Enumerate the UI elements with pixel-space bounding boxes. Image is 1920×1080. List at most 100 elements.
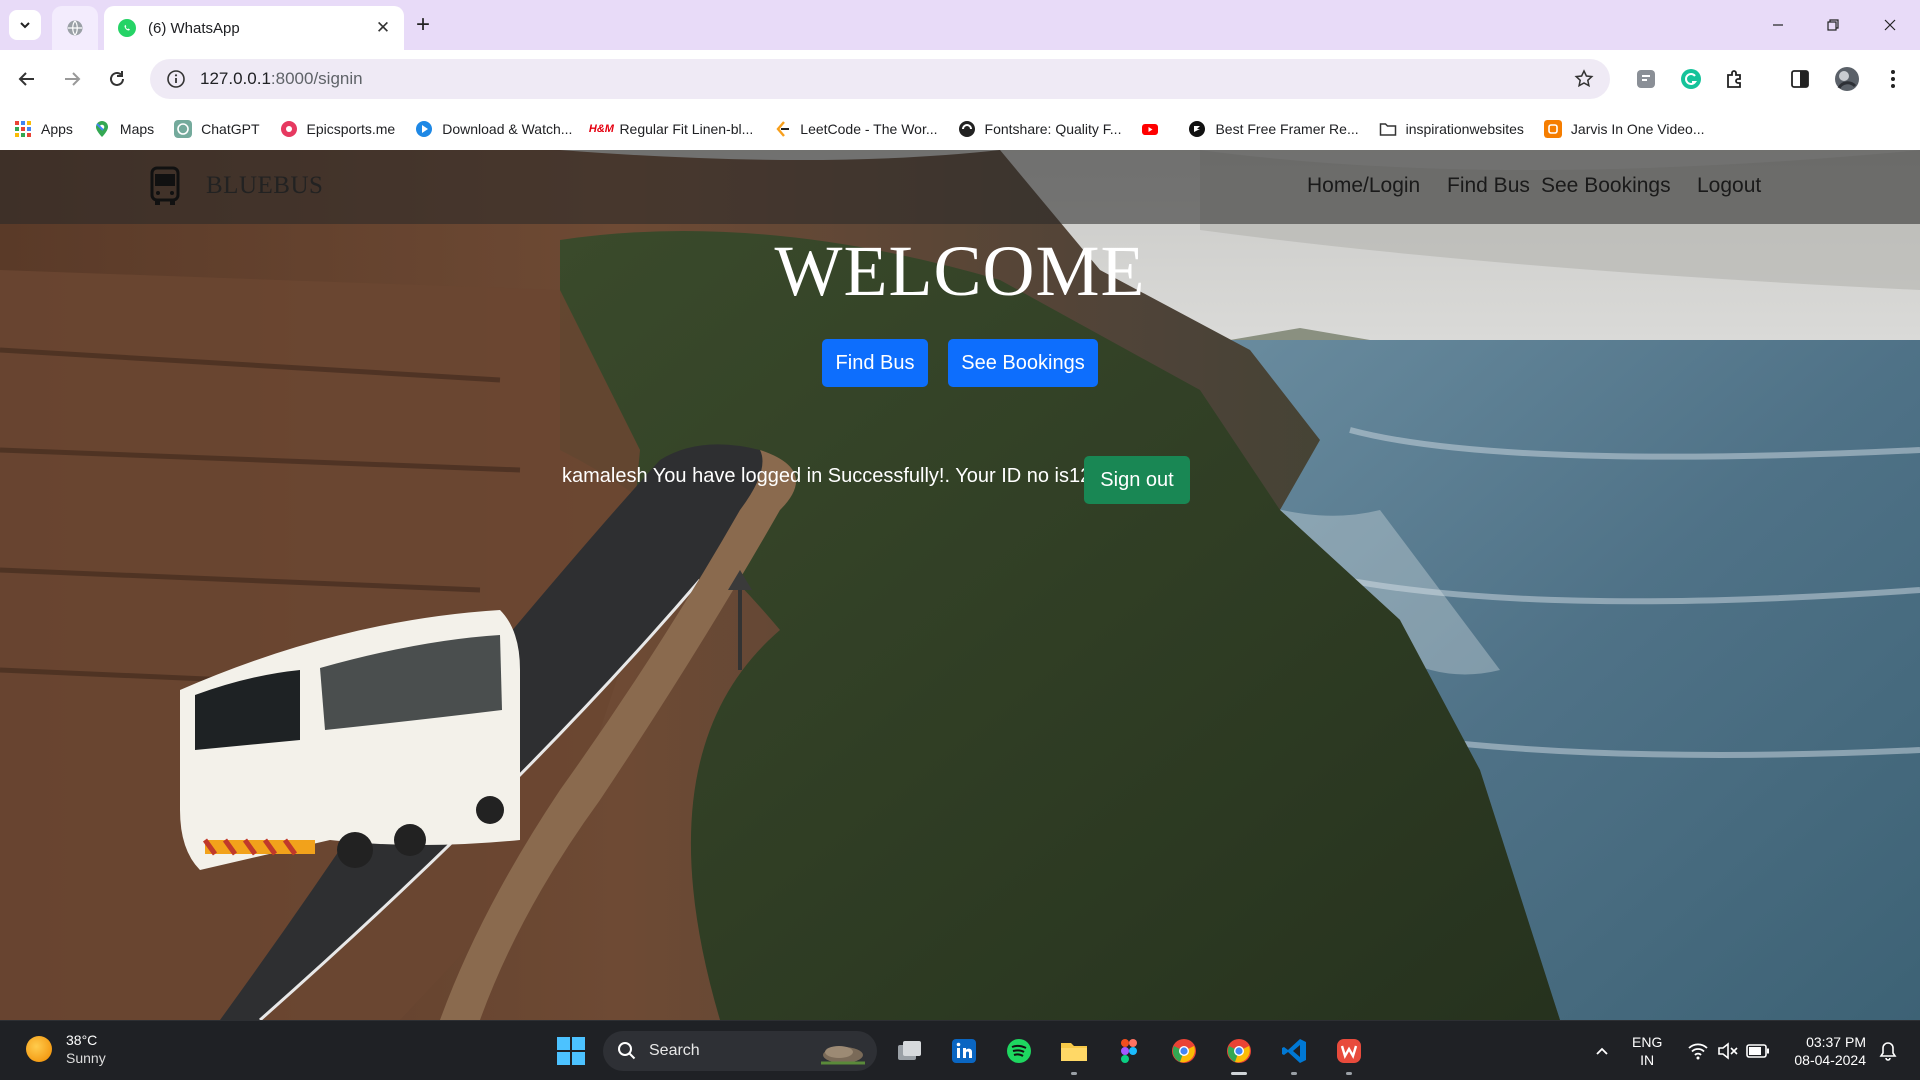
- weather-temp: 38°C: [66, 1032, 98, 1048]
- nav-home-login[interactable]: Home/Login: [1307, 174, 1420, 198]
- running-indicator: [1071, 1072, 1077, 1075]
- page-viewport: BLUEBUS Home/Login Find Bus See Bookings…: [0, 150, 1920, 1020]
- address-bar[interactable]: 127.0.0.1:8000/signin: [150, 59, 1610, 99]
- battery-status[interactable]: [1742, 1035, 1774, 1067]
- bookmark-framer[interactable]: Best Free Framer Re...: [1188, 120, 1359, 138]
- apps-grid-icon: [15, 121, 31, 137]
- weather-widget[interactable]: 38°C Sunny: [26, 1031, 106, 1067]
- brand[interactable]: BLUEBUS: [148, 166, 323, 206]
- figma-app[interactable]: [1113, 1035, 1145, 1067]
- bookmark-star-icon[interactable]: [1574, 69, 1594, 89]
- restore-button[interactable]: [1813, 10, 1853, 40]
- reload-button[interactable]: [102, 64, 132, 94]
- bookmark-label: Regular Fit Linen-bl...: [619, 121, 754, 137]
- chrome-app[interactable]: [1223, 1035, 1255, 1075]
- forward-button[interactable]: [57, 64, 87, 94]
- chrome-profile-app[interactable]: [1168, 1035, 1200, 1067]
- login-status-text: kamalesh You have logged in Successfully…: [562, 465, 1092, 487]
- bookmark-label: Jarvis In One Video...: [1570, 121, 1705, 137]
- volume-status[interactable]: [1712, 1035, 1744, 1067]
- language-line1: ENG: [1632, 1034, 1663, 1050]
- grammarly-button[interactable]: [1678, 66, 1704, 92]
- url-path: :8000/signin: [270, 69, 363, 88]
- windows-start-icon[interactable]: [556, 1036, 586, 1066]
- bookmark-jarvis[interactable]: Jarvis In One Video...: [1543, 120, 1705, 138]
- sign-out-button[interactable]: Sign out: [1084, 456, 1190, 504]
- system-clock[interactable]: 03:37 PM 08-04-2024: [1780, 1033, 1866, 1069]
- epicsports-icon: [280, 121, 297, 137]
- extension-button[interactable]: [1633, 66, 1659, 92]
- linkedin-app[interactable]: [948, 1035, 980, 1067]
- avatar: [1835, 67, 1859, 91]
- bookmark-youtube[interactable]: [1141, 120, 1168, 138]
- file-explorer-app[interactable]: [1058, 1035, 1090, 1075]
- chatgpt-icon: [174, 120, 193, 138]
- bookmark-leetcode[interactable]: LeetCode - The Wor...: [773, 120, 938, 138]
- nav-logout[interactable]: Logout: [1697, 174, 1761, 198]
- close-icon[interactable]: ✕: [372, 17, 394, 39]
- bookmark-maps[interactable]: Maps: [93, 120, 154, 138]
- network-status[interactable]: [1682, 1035, 1714, 1067]
- grammarly-icon: [1681, 69, 1701, 89]
- tab-search-button[interactable]: [9, 10, 41, 40]
- search-label: Search: [649, 1042, 700, 1059]
- bookmark-label: LeetCode - The Wor...: [800, 121, 938, 137]
- brand-name: BLUEBUS: [206, 172, 324, 199]
- menu-button[interactable]: [1880, 66, 1906, 92]
- info-icon[interactable]: [166, 69, 186, 89]
- forward-arrow-icon: [65, 72, 81, 86]
- bookmark-download-watch[interactable]: Download & Watch...: [415, 120, 572, 138]
- clock-date: 08-04-2024: [1794, 1052, 1866, 1068]
- notification-bell-icon: [1879, 1042, 1897, 1061]
- extensions-button[interactable]: [1722, 66, 1748, 92]
- spotify-app[interactable]: [1003, 1035, 1035, 1067]
- chevron-down-icon: [20, 22, 30, 29]
- task-view-icon: [898, 1041, 921, 1060]
- wps-office-app[interactable]: [1333, 1035, 1365, 1075]
- search-highlight-icon: [821, 1046, 865, 1065]
- chevron-up-icon: [1596, 1047, 1608, 1055]
- side-panel-button[interactable]: [1787, 66, 1813, 92]
- notifications-button[interactable]: [1872, 1035, 1904, 1067]
- bookmark-label: Fontshare: Quality F...: [984, 121, 1122, 137]
- language-indicator[interactable]: ENG IN: [1632, 1033, 1662, 1069]
- restore-icon: [1827, 19, 1839, 31]
- side-panel-icon: [1791, 70, 1809, 88]
- vscode-app[interactable]: [1278, 1035, 1310, 1075]
- bookmark-chatgpt[interactable]: ChatGPT: [174, 120, 260, 138]
- bookmark-fontshare[interactable]: Fontshare: Quality F...: [958, 120, 1122, 138]
- bookmark-label: Maps: [119, 121, 155, 137]
- profile-button[interactable]: [1834, 66, 1860, 92]
- clock-time: 03:37 PM: [1806, 1034, 1866, 1050]
- tab-strip: (6) WhatsApp ✕ +: [0, 0, 1920, 50]
- nav-find-bus[interactable]: Find Bus: [1447, 174, 1530, 198]
- bookmark-hm[interactable]: H&M Regular Fit Linen-bl...: [589, 120, 754, 138]
- bookmark-inspirationwebsites[interactable]: inspirationwebsites: [1379, 120, 1524, 138]
- taskbar-search[interactable]: Search: [603, 1031, 877, 1071]
- fontshare-icon: [958, 121, 975, 137]
- find-bus-button[interactable]: Find Bus: [822, 339, 928, 387]
- close-window-button[interactable]: [1870, 10, 1910, 40]
- new-tab-button[interactable]: +: [410, 11, 436, 38]
- minimize-button[interactable]: [1758, 10, 1798, 40]
- tray-overflow-button[interactable]: [1586, 1035, 1618, 1067]
- bookmark-label: Download & Watch...: [442, 121, 573, 137]
- bookmark-apps[interactable]: Apps: [14, 120, 73, 138]
- nav-see-bookings[interactable]: See Bookings: [1541, 174, 1671, 198]
- maps-pin-icon: [95, 121, 108, 137]
- see-bookings-button[interactable]: See Bookings: [948, 339, 1098, 387]
- spotify-icon: [1007, 1039, 1031, 1063]
- url-text: 127.0.0.1:8000/signin: [200, 69, 363, 89]
- running-indicator: [1346, 1072, 1352, 1075]
- bookmark-epicsports[interactable]: Epicsports.me: [280, 120, 395, 138]
- bookmark-label: Apps: [41, 121, 73, 137]
- task-view-button[interactable]: [893, 1035, 925, 1067]
- site-navbar: BLUEBUS Home/Login Find Bus See Bookings…: [0, 150, 1920, 224]
- tab-inactive[interactable]: [52, 6, 98, 50]
- bookmarks-bar: Apps Maps ChatGPT Epicsports.me Download…: [0, 108, 1920, 150]
- tab-whatsapp[interactable]: (6) WhatsApp ✕: [104, 6, 404, 50]
- battery-icon: [1746, 1044, 1769, 1058]
- youtube-icon: [1142, 124, 1159, 135]
- back-button[interactable]: [12, 64, 42, 94]
- chrome-icon: [1172, 1039, 1196, 1063]
